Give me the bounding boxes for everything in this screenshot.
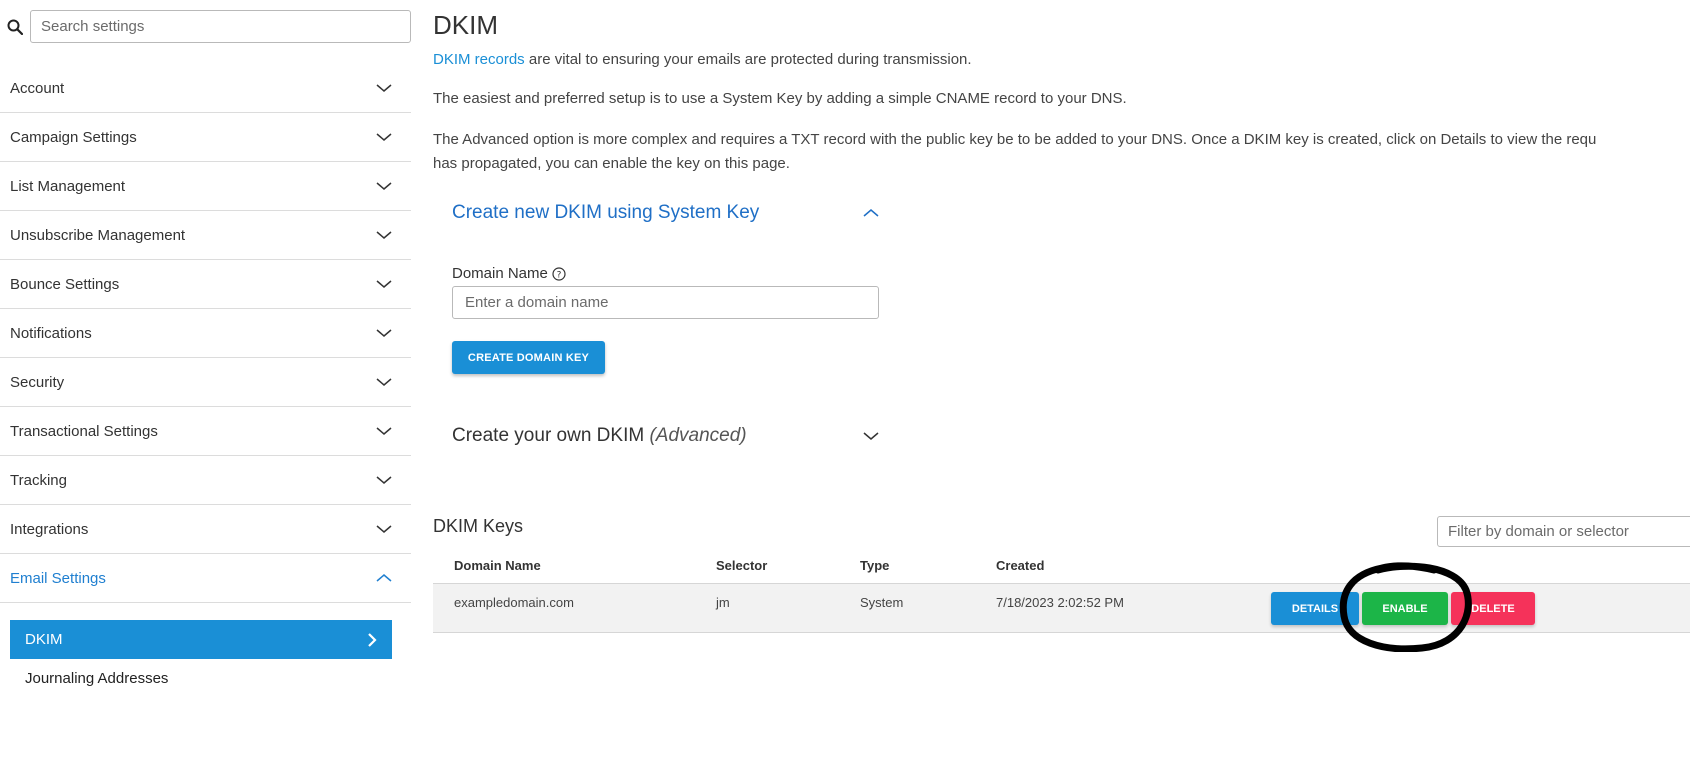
dkim-keys-title: DKIM Keys	[433, 516, 524, 536]
dkim-keys-table: Domain Name Selector Type Created exampl…	[433, 552, 1690, 633]
dkim-main: DKIM DKIM records are vital to ensuring …	[433, 0, 1690, 781]
settings-nav: Account Campaign Settings List Managemen…	[0, 64, 411, 603]
chevron-down-icon	[376, 182, 392, 190]
system-key-section-header[interactable]: Create new DKIM using System Key	[452, 202, 882, 224]
sidebar-item-tracking[interactable]: Tracking	[0, 456, 411, 505]
chevron-down-icon	[376, 329, 392, 337]
svg-text:?: ?	[556, 270, 561, 280]
advanced-paragraph-line-2: has propagated, you can enable the key o…	[433, 155, 790, 172]
page-title: DKIM	[433, 10, 498, 40]
details-button[interactable]: DETAILS	[1271, 592, 1359, 625]
subnav-item-label: Journaling Addresses	[25, 670, 169, 687]
sidebar-item-label: Notifications	[10, 324, 92, 342]
filter-input[interactable]	[1437, 516, 1690, 547]
sidebar-item-unsubscribe-management[interactable]: Unsubscribe Management	[0, 211, 411, 260]
delete-button[interactable]: DELETE	[1451, 592, 1535, 625]
sidebar-item-label: Unsubscribe Management	[10, 226, 186, 244]
table-header: Domain Name Selector Type Created	[433, 552, 1690, 584]
sidebar-item-account[interactable]: Account	[0, 64, 411, 113]
sidebar-item-label: Tracking	[10, 471, 67, 489]
sidebar-item-email-settings[interactable]: Email Settings	[0, 554, 411, 603]
table-row: exampledomain.com jm System 7/18/2023 2:…	[433, 584, 1690, 633]
sidebar-item-label: List Management	[10, 177, 126, 195]
sidebar-item-security[interactable]: Security	[0, 358, 411, 407]
chevron-down-icon	[376, 525, 392, 533]
intro-text: are vital to ensuring your emails are pr…	[524, 51, 972, 68]
chevron-up-icon	[376, 574, 392, 582]
cell-created: 7/18/2023 2:02:52 PM	[996, 595, 1124, 610]
intro-paragraph: DKIM records are vital to ensuring your …	[433, 51, 972, 68]
column-header-type[interactable]: Type	[860, 558, 889, 573]
sidebar-item-label: Account	[10, 79, 65, 97]
advanced-section-title: Create your own DKIM (Advanced)	[452, 425, 747, 447]
sidebar-item-label: Campaign Settings	[10, 128, 137, 146]
cell-type: System	[860, 595, 904, 610]
chevron-down-icon	[376, 378, 392, 386]
chevron-down-icon	[376, 280, 392, 288]
sidebar-item-label: Security	[10, 373, 65, 391]
cell-domain: exampledomain.com	[454, 595, 574, 610]
sidebar-item-integrations[interactable]: Integrations	[0, 505, 411, 554]
chevron-down-icon	[376, 427, 392, 435]
search-icon	[0, 10, 30, 43]
system-key-section-title: Create new DKIM using System Key	[452, 202, 760, 223]
advanced-section: Create your own DKIM (Advanced)	[452, 425, 882, 447]
sidebar-item-notifications[interactable]: Notifications	[0, 309, 411, 358]
help-icon[interactable]: ?	[552, 266, 566, 281]
settings-page: Account Campaign Settings List Managemen…	[0, 0, 1690, 781]
subnav-item-dkim[interactable]: DKIM	[10, 620, 392, 659]
domain-name-label-text: Domain Name	[452, 265, 548, 282]
sidebar-item-label: Bounce Settings	[10, 275, 120, 293]
advanced-paragraph-line-1: The Advanced option is more complex and …	[433, 131, 1597, 148]
system-key-section: Create new DKIM using System Key	[452, 202, 882, 224]
dkim-records-link[interactable]: DKIM records	[433, 51, 525, 68]
chevron-up-icon	[863, 209, 879, 217]
email-settings-subnav: DKIM Journaling Addresses	[10, 620, 392, 698]
chevron-down-icon	[376, 133, 392, 141]
column-header-domain[interactable]: Domain Name	[454, 558, 541, 573]
column-header-selector[interactable]: Selector	[716, 558, 767, 573]
settings-sidebar: Account Campaign Settings List Managemen…	[0, 0, 411, 781]
sidebar-item-bounce-settings[interactable]: Bounce Settings	[0, 260, 411, 309]
sidebar-item-list-management[interactable]: List Management	[0, 162, 411, 211]
create-domain-key-button[interactable]: CREATE DOMAIN KEY	[452, 341, 605, 374]
sidebar-item-label: Integrations	[10, 520, 89, 538]
advanced-section-header[interactable]: Create your own DKIM (Advanced)	[452, 425, 882, 447]
chevron-down-icon	[863, 432, 879, 440]
sidebar-item-label: Email Settings	[10, 569, 106, 587]
subnav-item-journaling-addresses[interactable]: Journaling Addresses	[10, 659, 392, 698]
domain-name-input[interactable]	[452, 286, 879, 319]
chevron-down-icon	[376, 231, 392, 239]
chevron-down-icon	[376, 476, 392, 484]
sidebar-item-campaign-settings[interactable]: Campaign Settings	[0, 113, 411, 162]
column-header-created[interactable]: Created	[996, 558, 1044, 573]
sidebar-item-label: Transactional Settings	[10, 422, 158, 440]
settings-search	[0, 10, 411, 43]
system-key-paragraph: The easiest and preferred setup is to us…	[433, 90, 1127, 107]
cell-selector: jm	[716, 595, 730, 610]
domain-name-label: Domain Name ?	[452, 265, 566, 282]
sidebar-item-transactional-settings[interactable]: Transactional Settings	[0, 407, 411, 456]
chevron-right-icon	[368, 632, 377, 647]
search-input[interactable]	[30, 10, 411, 43]
subnav-item-label: DKIM	[25, 631, 63, 648]
enable-button[interactable]: ENABLE	[1362, 592, 1448, 625]
advanced-section-title-em: (Advanced)	[649, 425, 747, 446]
advanced-paragraph: The Advanced option is more complex and …	[433, 128, 1690, 176]
chevron-down-icon	[376, 84, 392, 92]
advanced-section-title-text: Create your own DKIM	[452, 425, 645, 446]
